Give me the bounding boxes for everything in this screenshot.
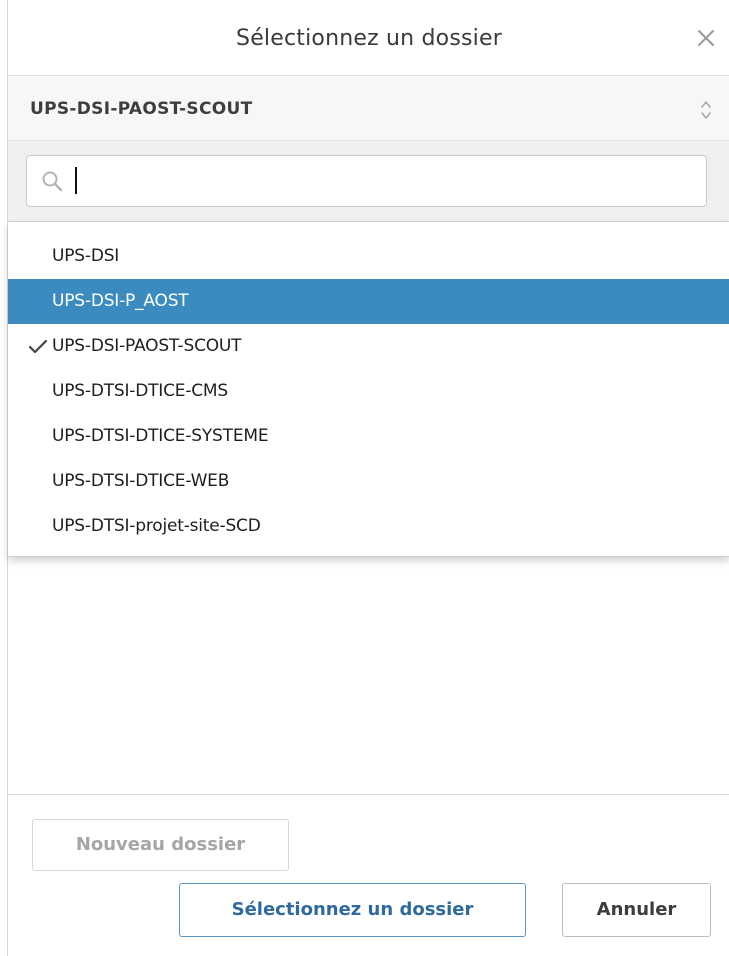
list-item-highlighted[interactable]: UPS-DSI-P_AOST — [8, 279, 729, 324]
search-input[interactable] — [71, 164, 691, 198]
close-icon[interactable] — [694, 26, 718, 50]
folder-tree-area — [8, 557, 729, 794]
list-item[interactable]: UPS-DTSI-projet-site-SCD — [8, 504, 729, 549]
list-item-selected[interactable]: UPS-DSI-PAOST-SCOUT — [8, 324, 729, 369]
list-item-label: UPS-DTSI-DTICE-SYSTEME — [52, 426, 269, 446]
list-item-label: UPS-DSI-PAOST-SCOUT — [52, 336, 242, 356]
dialog-header: Sélectionnez un dossier — [8, 0, 729, 76]
list-item[interactable]: UPS-DTSI-DTICE-SYSTEME — [8, 414, 729, 459]
search-box[interactable] — [26, 155, 707, 207]
updown-chevron-icon[interactable] — [698, 97, 714, 123]
list-item-label: UPS-DTSI-DTICE-WEB — [52, 471, 230, 491]
search-icon — [42, 171, 63, 192]
folder-select-value: UPS-DSI-PAOST-SCOUT — [30, 99, 253, 119]
folder-dropdown-list: UPS-DSI UPS-DSI-P_AOST UPS-DSI-PAOST-SCO… — [8, 222, 729, 557]
dialog-title: Sélectionnez un dossier — [236, 26, 502, 51]
text-caret — [75, 167, 77, 194]
new-folder-button[interactable]: Nouveau dossier — [32, 819, 289, 871]
list-item-label: UPS-DSI — [52, 246, 120, 266]
list-item[interactable]: UPS-DTSI-DTICE-CMS — [8, 369, 729, 414]
list-item[interactable]: UPS-DTSI-DTICE-WEB — [8, 459, 729, 504]
list-item-label: UPS-DTSI-projet-site-SCD — [52, 516, 261, 536]
cancel-button[interactable]: Annuler — [562, 883, 711, 937]
list-item-label: UPS-DSI-P_AOST — [52, 291, 189, 311]
select-folder-dialog: Sélectionnez un dossier UPS-DSI-PAOST-SC… — [7, 0, 729, 956]
search-area — [8, 141, 729, 222]
select-folder-button[interactable]: Sélectionnez un dossier — [179, 883, 526, 937]
folder-select[interactable]: UPS-DSI-PAOST-SCOUT — [8, 77, 729, 141]
check-icon — [28, 339, 48, 354]
list-item-label: UPS-DTSI-DTICE-CMS — [52, 381, 228, 401]
dialog-footer: Nouveau dossier Sélectionnez un dossier … — [8, 794, 729, 956]
list-item[interactable]: UPS-DSI — [8, 234, 729, 279]
